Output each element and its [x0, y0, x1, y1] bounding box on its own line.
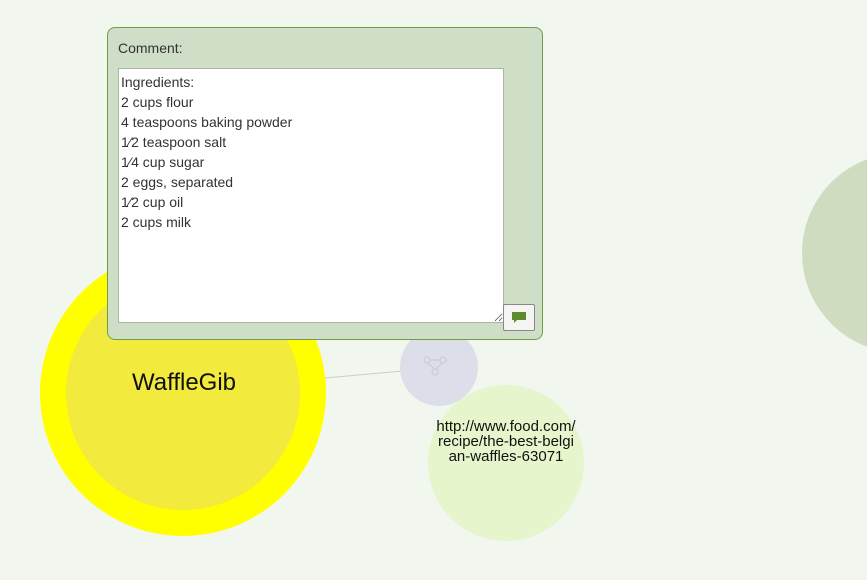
node-edge-right[interactable]	[802, 153, 867, 353]
comment-textarea[interactable]: Ingredients: 2 cups flour 4 teaspoons ba…	[118, 68, 504, 323]
speech-bubble-icon	[512, 311, 526, 323]
node-wafflegib-label: WaffleGib	[131, 369, 237, 396]
comment-panel: Comment: Ingredients: 2 cups flour 4 tea…	[107, 27, 543, 340]
node-url-label: http://www.food.com/recipe/the-best-belg…	[436, 418, 576, 465]
comment-submit-button[interactable]	[503, 304, 535, 331]
comment-label: Comment:	[118, 40, 183, 56]
